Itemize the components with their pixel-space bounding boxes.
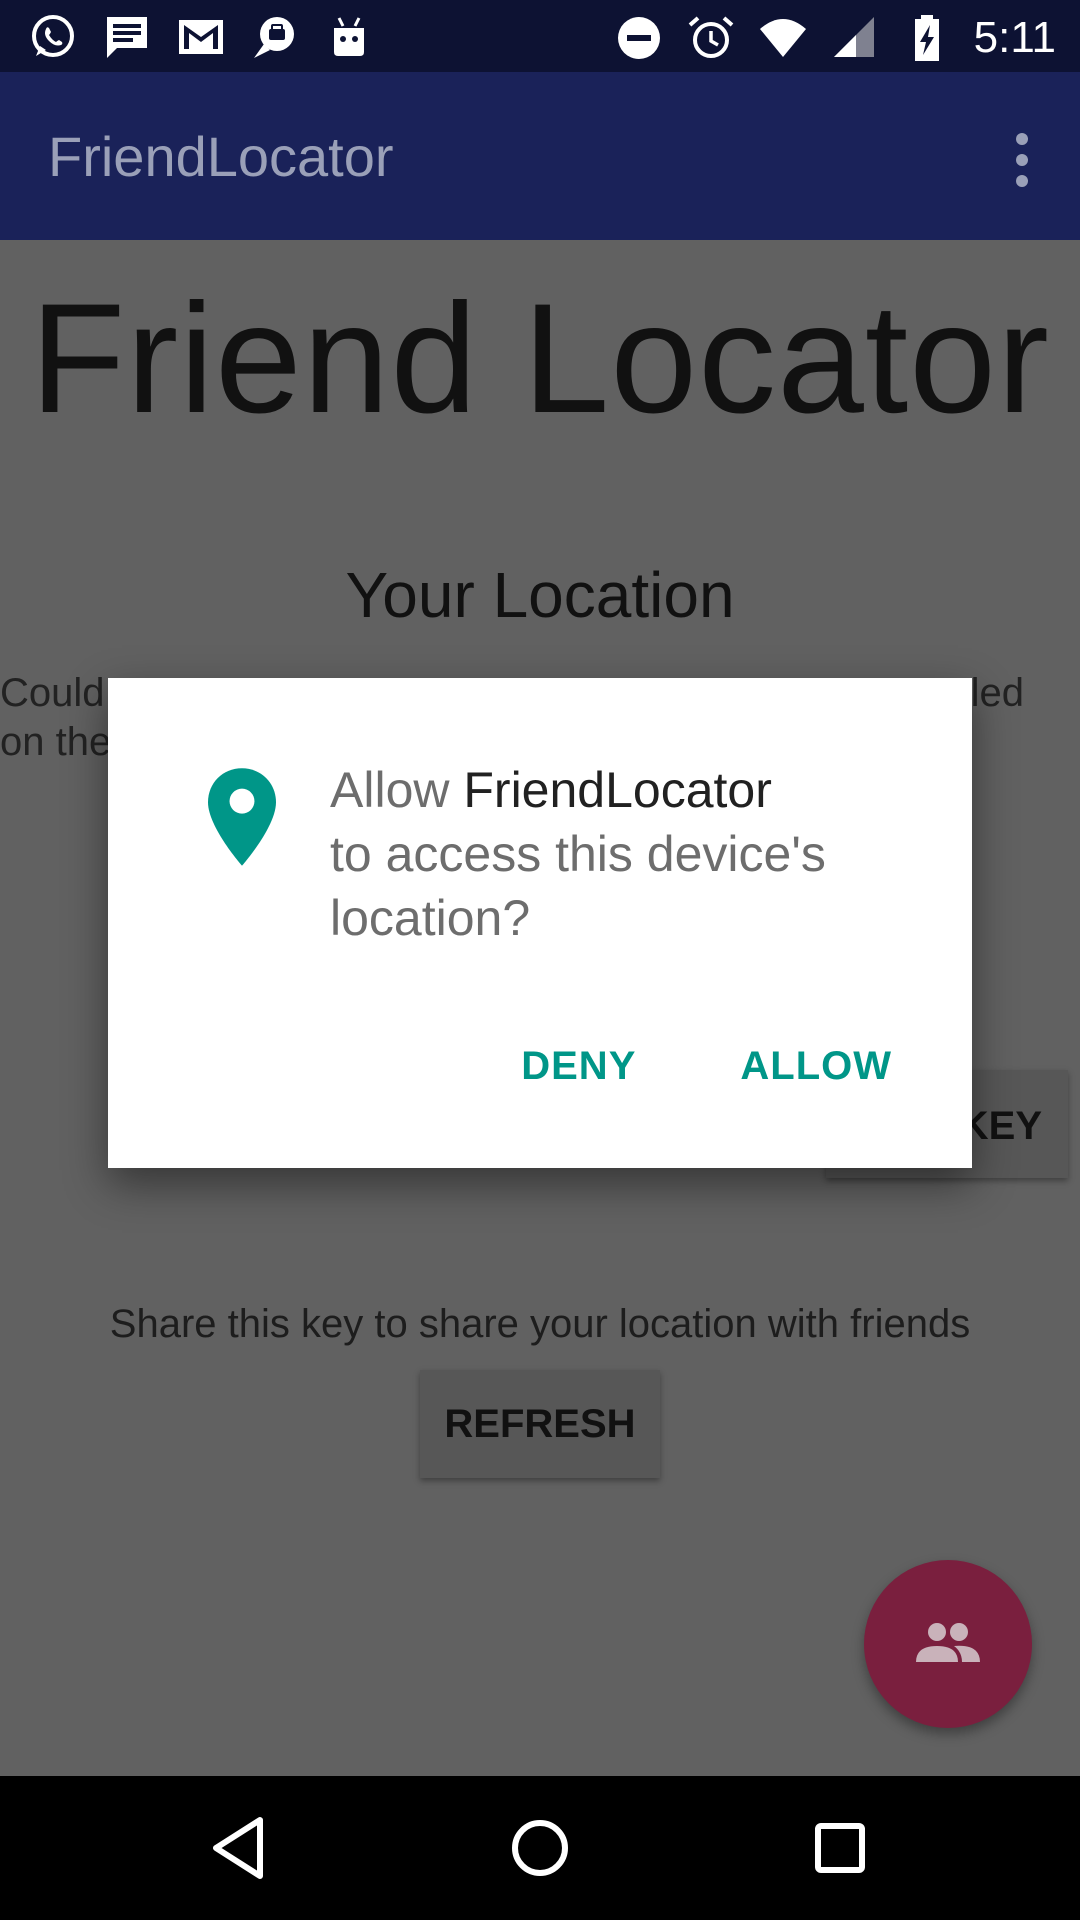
signal-icon xyxy=(833,17,874,57)
location-pin-icon xyxy=(208,768,276,866)
location-status-text-line2: on the xyxy=(0,720,112,764)
back-icon[interactable] xyxy=(204,1812,276,1884)
location-status-text-start: Could xyxy=(0,671,105,715)
app-title: FriendLocator xyxy=(48,125,394,188)
status-bar-time: 5:11 xyxy=(973,13,1056,62)
navigation-bar xyxy=(0,1776,1080,1920)
do-not-disturb-icon xyxy=(617,17,660,59)
recents-icon[interactable] xyxy=(804,1812,876,1884)
gmail-icon xyxy=(179,20,223,54)
alarm-icon xyxy=(688,16,733,58)
whatsapp-icon xyxy=(32,15,74,57)
key-button-label: KEY xyxy=(959,1104,1042,1148)
people-icon xyxy=(916,1623,980,1662)
page-title: Friend Locator xyxy=(30,272,1050,446)
android-debug-icon xyxy=(334,17,364,56)
allow-button[interactable]: ALLOW xyxy=(740,1044,892,1089)
app-bar: FriendLocator xyxy=(0,72,1080,240)
friends-fab[interactable] xyxy=(864,1560,1032,1728)
refresh-button[interactable]: REFRESH xyxy=(420,1370,660,1478)
status-bar-notifications xyxy=(28,12,374,62)
home-icon[interactable] xyxy=(504,1812,576,1884)
deny-button[interactable]: DENY xyxy=(521,1044,636,1089)
location-heading: Your Location xyxy=(345,559,735,631)
share-instructions: Share this key to share your location wi… xyxy=(109,1302,971,1346)
dialog-message: Allow FriendLocator to access this devic… xyxy=(330,758,930,950)
status-bar: 5:11 xyxy=(0,0,1080,72)
location-status-text-end: led xyxy=(970,671,1024,715)
battery-charging-icon xyxy=(914,15,939,61)
status-bar-system: 5:11 xyxy=(614,8,1056,68)
dialog-message-prefix: Allow xyxy=(330,762,464,818)
hangouts-icon xyxy=(254,17,294,58)
wifi-icon xyxy=(759,19,806,57)
more-vert-icon[interactable] xyxy=(1004,130,1040,190)
dialog-app-name: FriendLocator xyxy=(463,762,772,818)
permission-dialog: Allow FriendLocator to access this devic… xyxy=(108,678,972,1168)
dialog-message-rest: to access this device's location? xyxy=(330,826,826,946)
messages-icon xyxy=(107,17,147,58)
dialog-buttons: DENY ALLOW xyxy=(521,1044,892,1089)
